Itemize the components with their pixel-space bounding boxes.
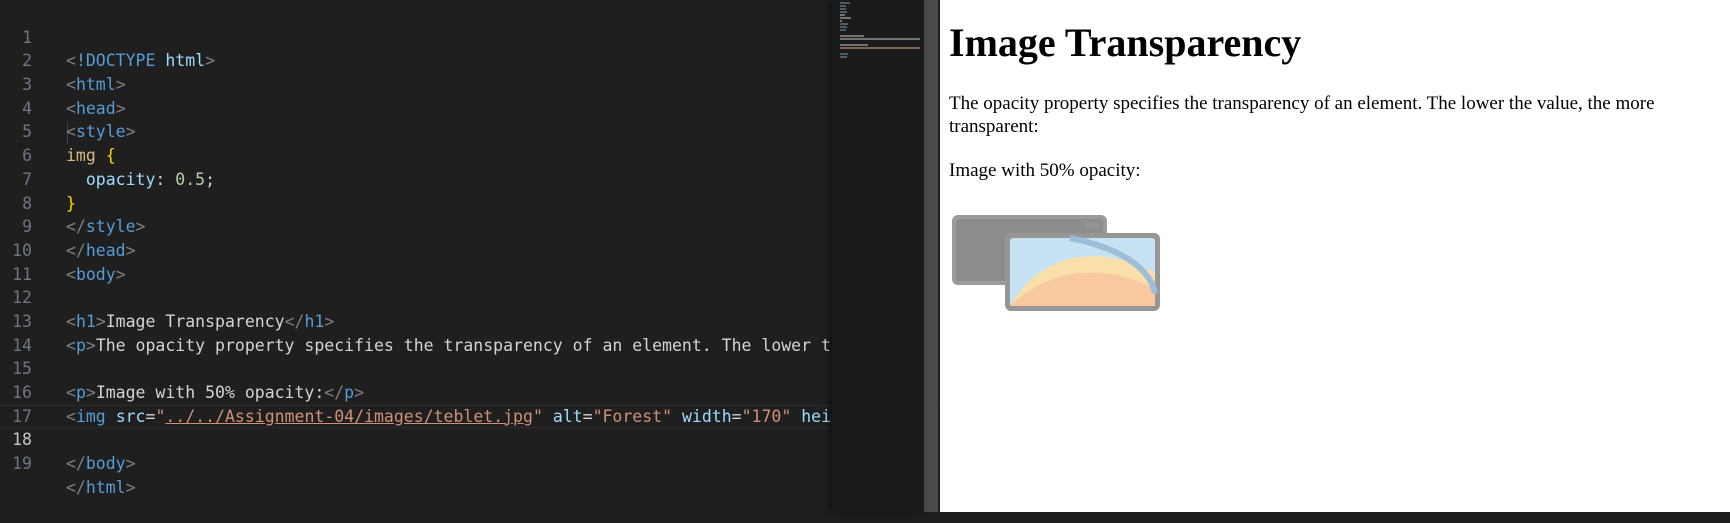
current-code-line[interactable]: 18 </body> [0,405,940,473]
browser-preview: Image Transparency The opacity property … [940,0,1730,512]
code-line[interactable]: 15 <p>Image with 50% opacity:</p> [0,334,940,402]
code-line[interactable]: 12 <h1>Image Transparency</h1> [0,263,940,331]
code-line[interactable]: 4 <style> [0,73,940,142]
image-caption: Image with 50% opacity: [949,160,1141,181]
code-line[interactable]: 16 <img src="../../Assignment-04/images/… [0,357,940,426]
body-close-tag: body [85,454,126,474]
tablet-image [952,215,1160,311]
html-close-tag: html [85,477,126,497]
code-editor[interactable]: 1 <!DOCTYPE html> 2 <html> 3 <head> 4 <s… [0,0,940,512]
minimap[interactable] [832,0,924,512]
code-line[interactable]: 11 [0,239,940,284]
code-line[interactable]: 8 </style> [0,168,940,237]
code-line[interactable]: 7 } [0,144,940,213]
code-line[interactable]: 14 [0,310,940,355]
code-line[interactable]: 13 <p>The opacity property specifies the… [0,286,940,355]
page-heading: Image Transparency [949,20,1302,65]
code-line[interactable]: 19 </html> [0,428,940,497]
code-line[interactable]: 10 <body> [0,215,940,284]
vertical-scrollbar[interactable] [924,0,938,512]
opacity-description: The opacity property specifies the trans… [949,93,1655,137]
code-line[interactable]: 5 img { [0,97,940,165]
code-line[interactable]: 2 <html> [0,26,940,94]
code-line[interactable]: 17 [0,381,940,426]
code-line[interactable]: 6 opacity: 0.5; [0,120,940,189]
code-line[interactable]: 1 <!DOCTYPE html> [0,2,940,71]
code-line[interactable]: 3 <head> [0,49,940,118]
line-number: 19 [12,454,32,474]
code-line[interactable]: 9 </head> [0,192,940,260]
code-lines[interactable]: 1 <!DOCTYPE html> 2 <html> 3 <head> 4 <s… [0,2,940,497]
